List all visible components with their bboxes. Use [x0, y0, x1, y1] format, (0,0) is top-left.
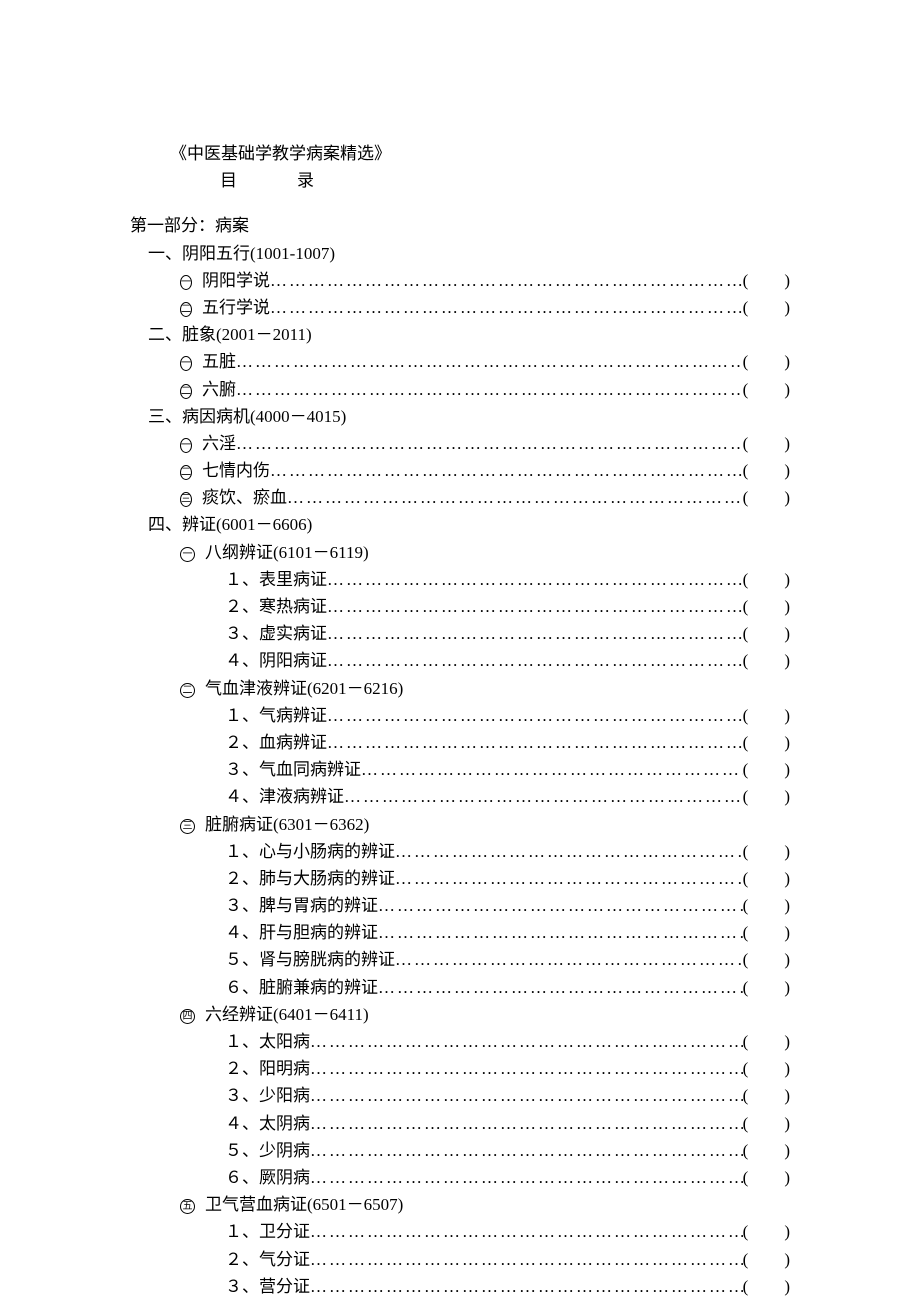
subsection-heading: 二气血津液辨证(6201－6216) — [130, 675, 790, 702]
toc-heading: 目录 — [130, 167, 790, 194]
toc-entry: ３、少阳病……………………………………………………………………………………………… — [130, 1082, 790, 1109]
toc-entry: ５、少阴病……………………………………………………………………………………………… — [130, 1137, 790, 1164]
section-heading: 三、病因病机(4000－4015) — [130, 403, 790, 430]
toc-entry: ４、肝与胆病的辨证…………………………………………………………………………………… — [130, 919, 790, 946]
toc-entry: ４、阴阳病证…………………………………………………………………………………………… — [130, 647, 790, 674]
toc-entry: １、太阳病……………………………………………………………………………………………… — [130, 1028, 790, 1055]
toc-entry: ２、气分证……………………………………………………………………………………………… — [130, 1246, 790, 1273]
subsection-heading: 三脏腑病证(6301－6362) — [130, 811, 790, 838]
toc-entry: ６、厥阴病……………………………………………………………………………………………… — [130, 1164, 790, 1191]
circled-num-icon: 一 — [180, 438, 192, 453]
toc-entry: ３、营分证……………………………………………………………………………………………… — [130, 1273, 790, 1300]
toc-entry: ３、虚实病证…………………………………………………………………………………………… — [130, 620, 790, 647]
toc-entry: １、表里病证…………………………………………………………………………………………… — [130, 566, 790, 593]
subsection-heading: 一八纲辨证(6101－6119) — [130, 539, 790, 566]
subsection-heading: 五卫气营血病证(6501－6507) — [130, 1191, 790, 1218]
circled-num-icon: 二 — [180, 683, 195, 698]
circled-num-icon: 五 — [180, 1199, 195, 1214]
section-heading: 四、辨证(6001－6606) — [130, 511, 790, 538]
toc-entry: 一五脏…………………………………………………………………………………………………… — [130, 348, 790, 375]
circled-num-icon: 三 — [180, 492, 192, 507]
circled-num-icon: 二 — [180, 465, 192, 480]
section-heading: 一、阴阳五行(1001-1007) — [130, 240, 790, 267]
part-heading: 第一部分：病案 — [130, 212, 790, 239]
toc-entry: 二六腑…………………………………………………………………………………………………… — [130, 376, 790, 403]
toc-entry: ２、血病辨证…………………………………………………………………………………………… — [130, 729, 790, 756]
toc-entry: 二七情内伤……………………………………………………………………………………………… — [130, 457, 790, 484]
toc-entry: ３、脾与胃病的辨证…………………………………………………………………………………… — [130, 892, 790, 919]
toc-entry: ５、肾与膀胱病的辨证………………………………………………………………………………… — [130, 946, 790, 973]
toc-entry: 三痰饮、瘀血…………………………………………………………………………………………… — [130, 484, 790, 511]
subsection-heading: 四六经辨证(6401－6411) — [130, 1001, 790, 1028]
toc-entry: 二五行学说……………………………………………………………………………………………… — [130, 294, 790, 321]
circled-num-icon: 三 — [180, 819, 195, 834]
toc-entry: １、气病辨证…………………………………………………………………………………………… — [130, 702, 790, 729]
toc-entry: 一六淫…………………………………………………………………………………………………… — [130, 430, 790, 457]
toc-entry: ２、肺与大肠病的辨证………………………………………………………………………………… — [130, 865, 790, 892]
toc-entry: １、卫分证……………………………………………………………………………………………… — [130, 1218, 790, 1245]
circled-num-icon: 二 — [180, 384, 192, 399]
circled-num-icon: 二 — [180, 302, 192, 317]
circled-num-icon: 一 — [180, 356, 192, 371]
toc-entry: １、心与小肠病的辨证………………………………………………………………………………… — [130, 838, 790, 865]
toc-entry: ２、阳明病……………………………………………………………………………………………… — [130, 1055, 790, 1082]
book-title: 《中医基础学教学病案精选》 — [130, 140, 790, 167]
section-heading: 二、脏象(2001－2011) — [130, 321, 790, 348]
toc-entry: ３、气血同病辨证……………………………………………………………………………………… — [130, 756, 790, 783]
toc-entry: 一阴阳学说……………………………………………………………………………………………… — [130, 267, 790, 294]
toc-entry: ４、太阴病……………………………………………………………………………………………… — [130, 1110, 790, 1137]
circled-num-icon: 一 — [180, 275, 192, 290]
toc-entry: ６、脏腑兼病的辨证…………………………………………………………………………………… — [130, 974, 790, 1001]
circled-num-icon: 一 — [180, 547, 195, 562]
toc-entry: ２、寒热病证…………………………………………………………………………………………… — [130, 593, 790, 620]
toc-entry: ４、津液病辨证………………………………………………………………………………………… — [130, 783, 790, 810]
circled-num-icon: 四 — [180, 1009, 195, 1024]
